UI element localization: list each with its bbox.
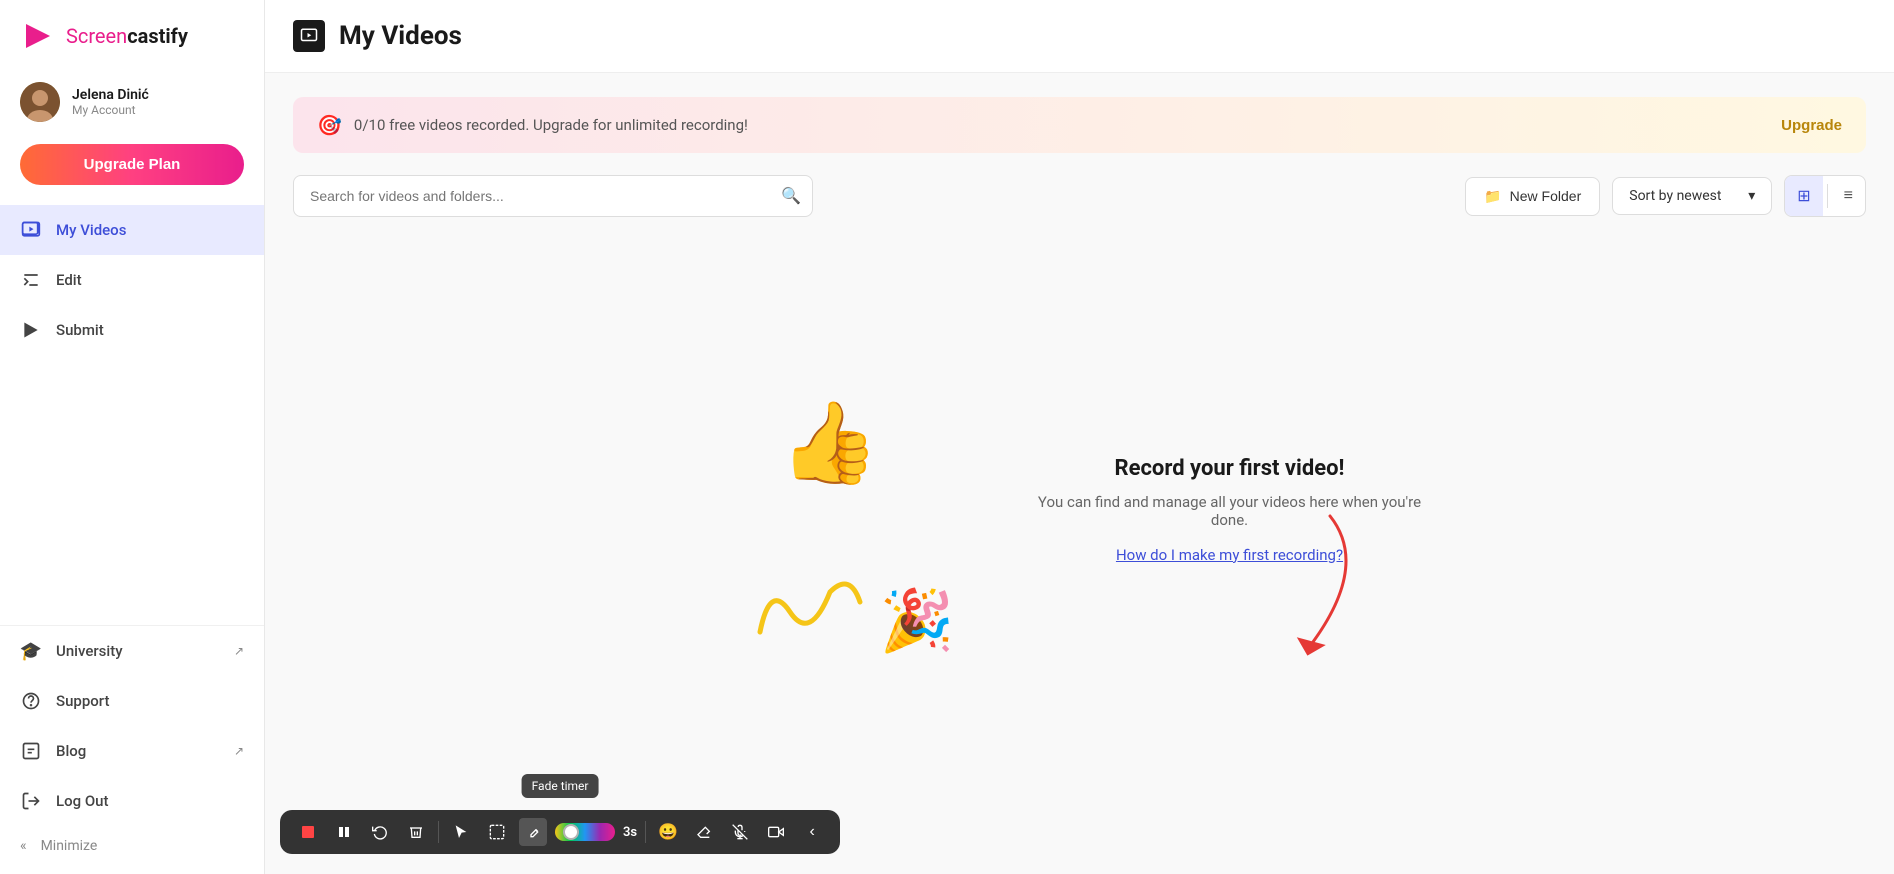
new-folder-label: New Folder — [1510, 188, 1582, 204]
ann-divider-2 — [645, 821, 646, 843]
banner-text: 0/10 free videos recorded. Upgrade for u… — [354, 116, 748, 134]
ann-stop-record-button[interactable] — [294, 818, 322, 846]
page-header-icon — [293, 20, 325, 52]
user-info: Jelena Dinić My Account — [72, 87, 149, 117]
upgrade-banner: 🎯 0/10 free videos recorded. Upgrade for… — [293, 97, 1866, 153]
minimize-item[interactable]: « Minimize — [0, 826, 264, 866]
search-input[interactable] — [293, 175, 813, 217]
support-label: Support — [56, 692, 244, 710]
sidebar-logo: Screencastify — [0, 0, 264, 72]
support-icon — [20, 690, 42, 712]
edit-icon — [20, 269, 42, 291]
university-external-icon: ↗ — [234, 644, 244, 658]
empty-state-container: 👍 🎉 Record your first video! You can fin… — [730, 396, 1430, 696]
search-box: 🔍 — [293, 175, 813, 217]
empty-state-title: Record your first video! — [1030, 456, 1430, 481]
ann-divider-1 — [438, 821, 439, 843]
sidebar-item-submit[interactable]: Submit — [0, 305, 264, 355]
sort-label: Sort by newest — [1629, 188, 1721, 204]
minimize-icon: « — [20, 838, 27, 854]
ann-pause-button[interactable] — [330, 818, 358, 846]
my-videos-icon — [20, 219, 42, 241]
university-label: University — [56, 642, 220, 660]
ann-mute-button[interactable] — [726, 818, 754, 846]
search-button[interactable]: 🔍 — [781, 186, 801, 206]
blog-external-icon: ↗ — [234, 744, 244, 758]
page-header: My Videos — [265, 0, 1894, 73]
thumbs-up-emoji: 👍 — [780, 396, 880, 490]
edit-label: Edit — [56, 271, 244, 289]
minimize-label: Minimize — [41, 838, 98, 854]
fade-timer-tooltip: Fade timer — [522, 774, 599, 798]
ann-selection-button[interactable] — [483, 818, 511, 846]
main-body: 🎯 0/10 free videos recorded. Upgrade for… — [265, 73, 1894, 874]
view-toggle: ⊞ ≡ — [1784, 175, 1866, 217]
party-emoji: 🎉 — [880, 585, 955, 656]
new-folder-button[interactable]: 📁 New Folder — [1465, 177, 1600, 216]
sidebar-nav: My Videos Edit Submit 🎓 University ↗ — [0, 197, 264, 874]
ann-replay-button[interactable] — [366, 818, 394, 846]
sort-chevron-icon: ▾ — [1748, 188, 1755, 204]
toolbar-right: 📁 New Folder Sort by newest ▾ ⊞ ≡ — [1465, 175, 1866, 217]
blog-label: Blog — [56, 742, 220, 760]
sidebar: Screencastify Jelena Dinić My Account Up… — [0, 0, 265, 874]
ann-delete-button[interactable] — [402, 818, 430, 846]
grid-view-button[interactable]: ⊞ — [1785, 176, 1822, 216]
ann-eraser-button[interactable] — [690, 818, 718, 846]
ann-pointer-button[interactable] — [447, 818, 475, 846]
blog-icon — [20, 740, 42, 762]
ann-collapse-button[interactable]: ‹ — [798, 818, 826, 846]
sidebar-item-my-videos[interactable]: My Videos — [0, 205, 264, 255]
sidebar-item-blog[interactable]: Blog ↗ — [0, 726, 264, 776]
avatar — [20, 82, 60, 122]
my-videos-label: My Videos — [56, 221, 244, 239]
page-title: My Videos — [339, 21, 462, 51]
university-icon: 🎓 — [20, 640, 42, 662]
submit-icon — [20, 319, 42, 341]
scribble-decoration — [750, 562, 870, 656]
toolbar: 🔍 📁 New Folder Sort by newest ▾ ⊞ ≡ — [293, 175, 1866, 217]
user-account-label: My Account — [72, 103, 149, 117]
upgrade-plan-button[interactable]: Upgrade Plan — [20, 144, 244, 185]
banner-upgrade-button[interactable]: Upgrade — [1781, 117, 1842, 134]
new-folder-icon: 📁 — [1484, 188, 1501, 205]
user-profile[interactable]: Jelena Dinić My Account — [0, 72, 264, 132]
annotation-toolbar: Fade timer 3s 😀 ‹ — [280, 810, 840, 854]
view-divider — [1827, 184, 1828, 208]
sidebar-item-support[interactable]: Support — [0, 676, 264, 726]
user-name: Jelena Dinić — [72, 87, 149, 103]
ann-emoji-button[interactable]: 😀 — [654, 818, 682, 846]
sidebar-bottom: 🎓 University ↗ Support Blog ↗ — [0, 625, 264, 874]
color-thumb — [563, 824, 579, 840]
ann-draw-button[interactable] — [519, 818, 547, 846]
sidebar-item-logout[interactable]: Log Out — [0, 776, 264, 826]
ann-camera-button[interactable] — [762, 818, 790, 846]
empty-state: 👍 🎉 Record your first video! You can fin… — [293, 241, 1866, 850]
logout-label: Log Out — [56, 792, 244, 810]
color-picker-bar[interactable] — [555, 823, 615, 841]
sidebar-item-university[interactable]: 🎓 University ↗ — [0, 626, 264, 676]
banner-icon: 🎯 — [317, 113, 342, 137]
sort-dropdown[interactable]: Sort by newest ▾ — [1612, 177, 1772, 215]
red-arrow — [1130, 486, 1430, 686]
list-view-button[interactable]: ≡ — [1832, 177, 1865, 215]
fade-timer-value: 3s — [623, 825, 637, 840]
logout-icon — [20, 790, 42, 812]
sidebar-item-edit[interactable]: Edit — [0, 255, 264, 305]
submit-label: Submit — [56, 321, 244, 339]
main-content: My Videos 🎯 0/10 free videos recorded. U… — [265, 0, 1894, 874]
screencastify-logo-icon — [20, 18, 56, 54]
logo-text: Screencastify — [66, 24, 188, 48]
banner-left: 🎯 0/10 free videos recorded. Upgrade for… — [317, 113, 748, 137]
